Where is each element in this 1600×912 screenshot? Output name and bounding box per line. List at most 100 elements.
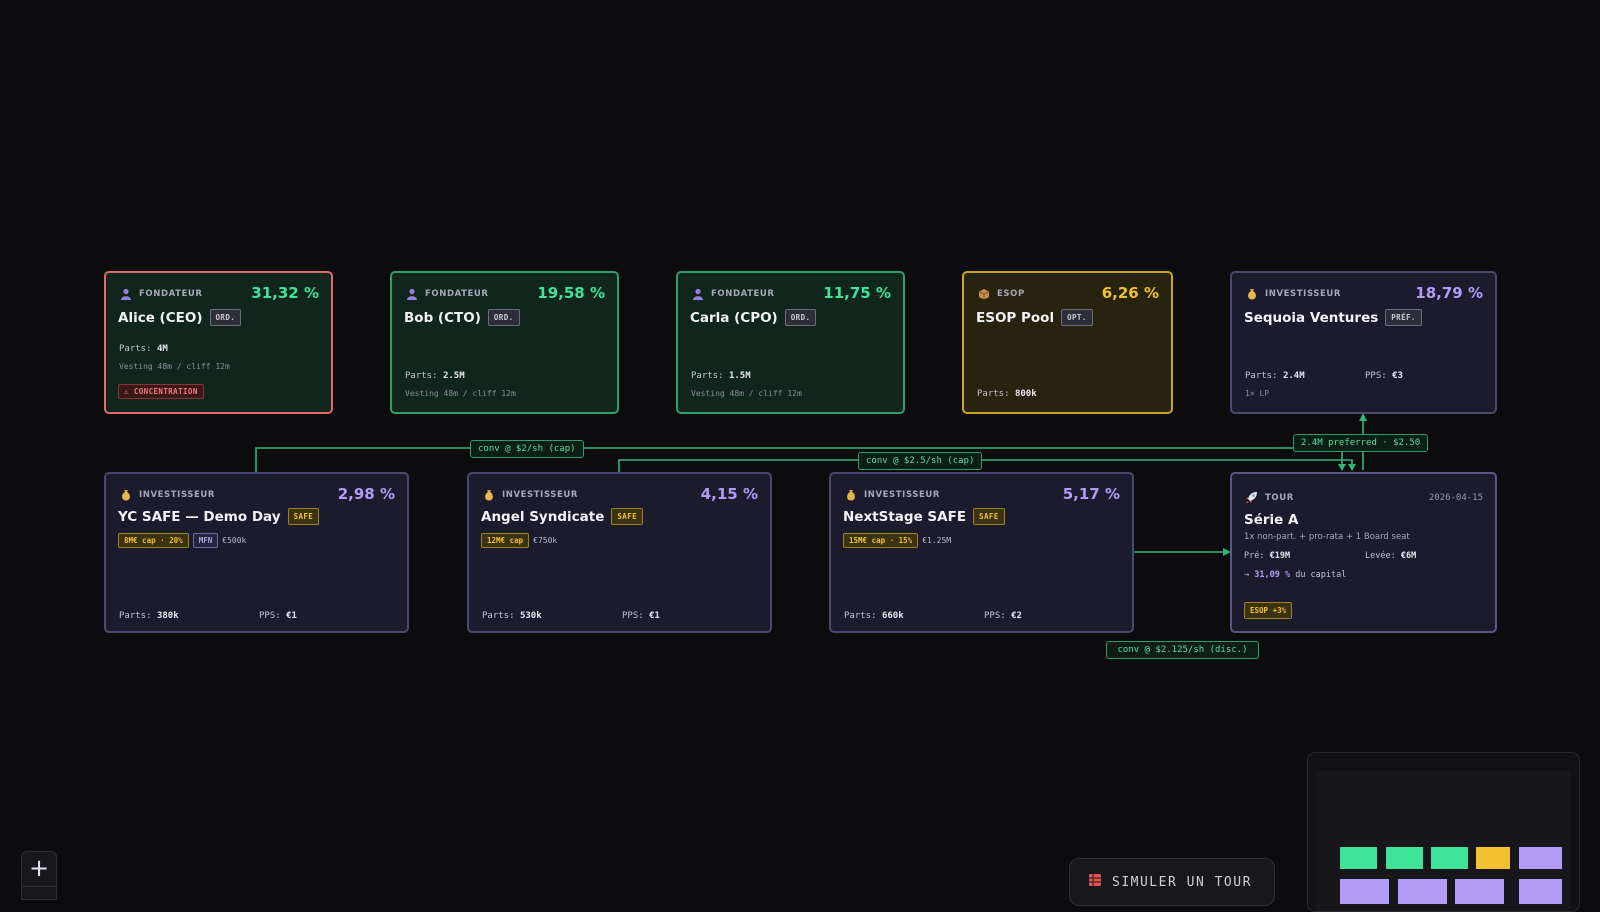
pps-value: €1: [286, 611, 297, 621]
shareholder-name: YC SAFE — Demo Day: [118, 508, 281, 525]
minimap-node: [1340, 879, 1389, 904]
round-date: 2026-04-15: [1428, 493, 1483, 503]
pps-label: PPS:: [259, 611, 281, 621]
shareholder-card-angel-syndicate[interactable]: INVESTISSEUR 4,15 % Angel Syndicate SAFE…: [467, 472, 772, 633]
ownership-percent: 4,15 %: [700, 485, 758, 503]
parts-value: 1.5M: [728, 371, 751, 381]
parts-label: Parts:: [691, 371, 724, 381]
shareholder-name: Angel Syndicate: [481, 508, 605, 525]
concentration-warning-badge: ⚠ CONCENTRATION: [118, 384, 204, 399]
edge-angel-to-round: [618, 459, 1353, 472]
zoom-out-button[interactable]: [21, 887, 57, 900]
vesting-text: Vesting 48m / cliff 12m: [119, 362, 230, 371]
round-terms: 1x non-part. + pro-rata + 1 Board seat: [1244, 532, 1410, 542]
arrow-icon: →: [1244, 570, 1250, 580]
round-card-serie-a[interactable]: TOUR 2026-04-15 Série A 1x non-part. + p…: [1230, 472, 1497, 633]
vesting-text: Vesting 48m / cliff 12m: [691, 389, 802, 398]
person-icon: [691, 287, 704, 300]
zoom-in-button[interactable]: +: [21, 851, 57, 887]
shareholder-name: Alice (CEO): [118, 309, 203, 326]
parts-value: 660k: [881, 611, 904, 621]
ownership-percent: 2,98 %: [337, 485, 395, 503]
shareholder-card-sequoia[interactable]: INVESTISSEUR 18,79 % Sequoia Ventures PR…: [1230, 271, 1497, 414]
parts-label: Parts:: [405, 371, 438, 381]
minimap[interactable]: [1307, 752, 1580, 912]
money-bag-icon: [844, 488, 857, 501]
shareholder-name: Sequoia Ventures: [1244, 309, 1379, 326]
parts-value: 530k: [519, 611, 542, 621]
minimap-node: [1476, 847, 1510, 869]
pre-money-label: Pré:: [1244, 551, 1265, 561]
edge-label-angel-conversion: conv @ $2.5/sh (cap): [858, 452, 983, 470]
role-label: INVESTISSEUR: [864, 489, 941, 500]
liquidation-preference-text: 1× LP: [1245, 389, 1270, 398]
shareholder-name: Carla (CPO): [690, 309, 778, 326]
role-label: TOUR: [1265, 492, 1294, 503]
pps-label: PPS:: [622, 611, 644, 621]
share-class-tag: ORD.: [487, 309, 520, 326]
pps-value: €2: [1011, 611, 1022, 621]
instrument-tag: SAFE: [287, 508, 320, 525]
vesting-text: Vesting 48m / cliff 12m: [405, 389, 516, 398]
edge-label-nextstage-conversion: conv @ $2.125/sh (disc.): [1106, 641, 1259, 659]
minimap-node: [1431, 847, 1468, 869]
investment-amount: €500k: [222, 536, 247, 545]
parts-value: 2.5M: [442, 371, 465, 381]
parts-label: Parts:: [977, 389, 1010, 399]
shareholder-card-bob[interactable]: FONDATEUR 19,58 % Bob (CTO) ORD. Parts: …: [390, 271, 619, 414]
person-icon: [405, 287, 418, 300]
parts-value: 2.4M: [1282, 371, 1305, 381]
money-bag-icon: [119, 488, 132, 501]
capital-suffix: du capital: [1295, 570, 1347, 580]
shareholder-card-alice[interactable]: FONDATEUR 31,32 % Alice (CEO) ORD. Parts…: [104, 271, 333, 414]
pre-money-value: €19M: [1269, 551, 1291, 561]
shareholder-card-esop-pool[interactable]: ESOP 6,26 % ESOP Pool OPT. Parts: 800k: [962, 271, 1173, 414]
arrowhead: [1359, 413, 1367, 421]
ownership-percent: 6,26 %: [1101, 284, 1159, 302]
cap-discount-chip: 8M€ cap · 20%: [118, 533, 189, 548]
ownership-percent: 11,75 %: [823, 284, 891, 302]
person-icon: [119, 287, 132, 300]
parts-value: 4M: [156, 344, 168, 354]
share-class-tag: ORD.: [784, 309, 817, 326]
minimap-node: [1519, 847, 1562, 869]
role-label: FONDATEUR: [139, 288, 203, 299]
parts-label: Parts:: [119, 344, 152, 354]
ownership-percent: 19,58 %: [537, 284, 605, 302]
raise-label: Levée:: [1365, 551, 1396, 561]
money-bag-icon: [482, 488, 495, 501]
minimap-node: [1386, 847, 1423, 869]
minimap-node: [1455, 879, 1504, 904]
instrument-tag: SAFE: [611, 508, 644, 525]
role-label: ESOP: [997, 288, 1025, 299]
shareholder-card-nextstage-safe[interactable]: INVESTISSEUR 5,17 % NextStage SAFE SAFE …: [829, 472, 1134, 633]
simulate-round-button[interactable]: SIMULER UN TOUR: [1069, 858, 1275, 906]
round-title: Série A: [1244, 512, 1299, 528]
role-label: FONDATEUR: [425, 288, 489, 299]
role-label: FONDATEUR: [711, 288, 775, 299]
box-icon: [977, 287, 990, 300]
raise-value: €6M: [1400, 551, 1417, 561]
pps-label: PPS:: [1365, 371, 1387, 381]
share-class-tag: PRÉF.: [1385, 309, 1422, 326]
parts-label: Parts:: [119, 611, 152, 621]
pps-value: €1: [649, 611, 660, 621]
instrument-tag: SAFE: [973, 508, 1005, 525]
ownership-percent: 31,32 %: [251, 284, 319, 302]
pps-value: €3: [1392, 371, 1403, 381]
parts-value: 380k: [156, 611, 179, 621]
shareholder-card-yc-safe[interactable]: INVESTISSEUR 2,98 % YC SAFE — Demo Day S…: [104, 472, 409, 633]
spreadsheet-icon: [1088, 873, 1102, 891]
rocket-icon: [1245, 491, 1258, 504]
arrowhead: [1348, 464, 1356, 471]
minimap-node: [1519, 879, 1562, 904]
arrowhead: [1338, 464, 1346, 471]
shareholder-card-carla[interactable]: FONDATEUR 11,75 % Carla (CPO) ORD. Parts…: [676, 271, 905, 414]
pps-label: PPS:: [984, 611, 1006, 621]
investment-amount: €1.25M: [922, 536, 952, 545]
investment-amount: €750k: [533, 536, 558, 545]
minimap-node: [1398, 879, 1447, 904]
share-class-tag: ORD.: [209, 309, 242, 326]
ownership-percent: 5,17 %: [1062, 485, 1120, 503]
minimap-node: [1340, 847, 1377, 869]
